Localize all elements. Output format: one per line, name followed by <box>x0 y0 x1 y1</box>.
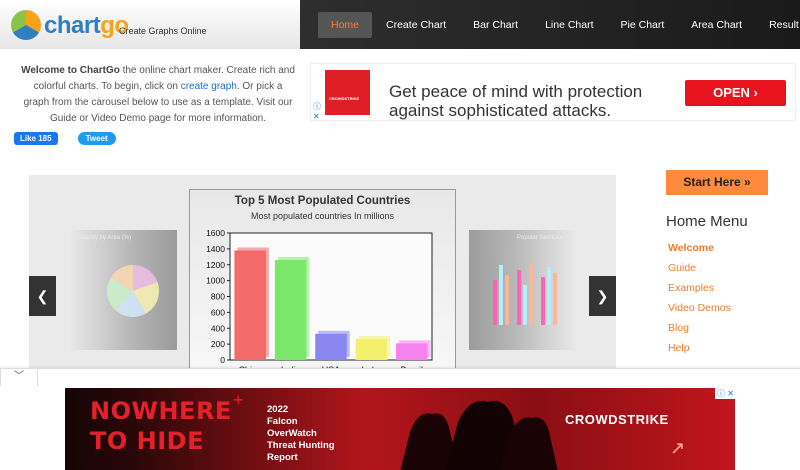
thumb-bar <box>517 270 521 325</box>
ad-info-icon[interactable]: ⓘ ✕ <box>715 388 736 399</box>
carousel-thumb-bars[interactable]: Popular Services <box>469 230 577 350</box>
carousel-prev-button[interactable]: ❮ <box>29 276 56 316</box>
thumb-bar <box>553 273 557 325</box>
ad-choices-icon[interactable]: ⓘ ✕ <box>313 102 321 122</box>
tweet-button[interactable]: Tweet <box>77 132 116 145</box>
thumb-right-title: Popular Services <box>517 235 563 241</box>
welcome-heading: Welcome to ChartGo <box>21 65 120 76</box>
thumb-left-title: Country by Area (%) <box>77 235 132 241</box>
nav-bar-chart[interactable]: Bar Chart <box>460 12 531 38</box>
arrow-up-right-icon: ↗ <box>670 438 686 458</box>
chevron-down-icon[interactable]: ﹀ <box>0 368 38 386</box>
hooded-figures-image <box>400 401 558 470</box>
nav-line-chart[interactable]: Line Chart <box>532 12 606 38</box>
nav-area-chart[interactable]: Area Chart <box>678 12 755 38</box>
headline-line-1: NOWHERE <box>90 397 232 425</box>
y-tick-label: 1600 <box>206 228 225 238</box>
ad-brand-mini: CROWDSTRIKE <box>329 96 360 101</box>
report-line-2: Falcon <box>267 416 298 427</box>
bar <box>234 250 266 360</box>
menu-item-examples[interactable]: Examples <box>666 278 776 298</box>
bar <box>315 333 347 360</box>
logo-area: chartgo Create Graphs Online <box>0 0 300 49</box>
y-tick-label: 1000 <box>206 276 225 286</box>
chart-carousel: Country by Area (%) Popular Services Top… <box>29 175 616 383</box>
start-here-button[interactable]: Start Here » <box>666 170 768 195</box>
menu-item-guide[interactable]: Guide <box>666 258 776 278</box>
ad-headline: Get peace of mind with protection agains… <box>389 82 642 120</box>
report-line-4: Threat Hunting <box>267 440 335 451</box>
headline-line-2: TO HIDE <box>90 427 204 455</box>
report-line-3: OverWatch <box>267 428 317 439</box>
home-menu: Welcome Guide Examples Video Demos Blog … <box>666 238 776 358</box>
menu-item-video-demos[interactable]: Video Demos <box>666 298 776 318</box>
plus-icon: + <box>233 390 244 410</box>
thumb-bar <box>505 275 509 325</box>
bar <box>396 343 428 360</box>
logo-icon <box>11 10 41 40</box>
ad-open-button[interactable]: OPEN › <box>685 80 786 106</box>
ad-line-2: against sophisticated attacks. <box>389 101 612 120</box>
social-buttons: Like 185 Tweet <box>14 132 116 145</box>
thumb-bar <box>541 277 545 325</box>
site-logo[interactable]: chartgo <box>44 12 129 40</box>
bar <box>355 338 388 360</box>
pie-thumbnail <box>107 265 159 317</box>
nav-create-chart[interactable]: Create Chart <box>373 12 459 38</box>
report-line-5: Report <box>267 452 298 463</box>
report-year: 2022 <box>267 404 289 415</box>
ad-bottom-report-text: 2022 Falcon OverWatch Threat Hunting Rep… <box>267 404 335 464</box>
bar <box>274 259 307 360</box>
crowdstrike-brand: CROWDSTRIKE <box>565 412 669 427</box>
tagline: Create Graphs Online <box>119 26 207 36</box>
top-nav-bar: chartgo Create Graphs Online Home Create… <box>0 0 800 49</box>
carousel-thumb-pie[interactable]: Country by Area (%) <box>69 230 177 350</box>
thumb-bar <box>523 285 527 325</box>
create-graph-link[interactable]: create graph <box>181 81 237 92</box>
crowdstrike-logo: CROWDSTRIKE <box>325 70 370 115</box>
y-tick-label: 1200 <box>206 260 225 270</box>
welcome-text: Welcome to ChartGo the online chart make… <box>20 63 296 127</box>
nav-home[interactable]: Home <box>318 11 373 38</box>
menu-item-welcome[interactable]: Welcome <box>666 238 776 258</box>
main-nav: Home Create Chart Bar Chart Line Chart P… <box>300 0 800 49</box>
y-tick-label: 1400 <box>206 244 225 254</box>
nav-result[interactable]: Result <box>756 12 800 38</box>
menu-item-help[interactable]: Help <box>666 338 776 358</box>
bar-chart-svg: 02004006008001000120014001600ChinaIndiaU… <box>206 228 433 375</box>
thumb-bar <box>547 267 551 325</box>
facebook-like-button[interactable]: Like 185 <box>14 132 58 145</box>
featured-chart[interactable]: Top 5 Most Populated Countries Most popu… <box>189 189 456 383</box>
home-menu-title: Home Menu <box>666 213 748 230</box>
ad-bottom-headline: NOWHERE TO HIDE <box>90 396 232 456</box>
logo-text-chart: chart <box>44 12 101 39</box>
thumb-bar <box>499 265 503 325</box>
sticky-ad-header <box>0 368 800 386</box>
thumb-bar <box>493 280 497 325</box>
y-tick-label: 600 <box>211 307 225 317</box>
bottom-advertisement[interactable]: NOWHERE TO HIDE + 2022 Falcon OverWatch … <box>65 388 735 470</box>
bottom-advertisement-wrap: NOWHERE TO HIDE + 2022 Falcon OverWatch … <box>0 386 800 470</box>
top-advertisement[interactable]: CROWDSTRIKE Get peace of mind with prote… <box>310 63 796 121</box>
thumb-bar <box>529 263 533 325</box>
ad-line-1: Get peace of mind with protection <box>389 82 643 101</box>
y-tick-label: 400 <box>211 323 225 333</box>
right-sidebar: Start Here » Home Menu Welcome Guide Exa… <box>666 170 776 358</box>
menu-item-blog[interactable]: Blog <box>666 318 776 338</box>
y-tick-label: 800 <box>211 292 225 302</box>
carousel-next-button[interactable]: ❯ <box>589 276 616 316</box>
y-tick-label: 0 <box>220 355 225 365</box>
nav-pie-chart[interactable]: Pie Chart <box>608 12 678 38</box>
y-tick-label: 200 <box>211 339 225 349</box>
